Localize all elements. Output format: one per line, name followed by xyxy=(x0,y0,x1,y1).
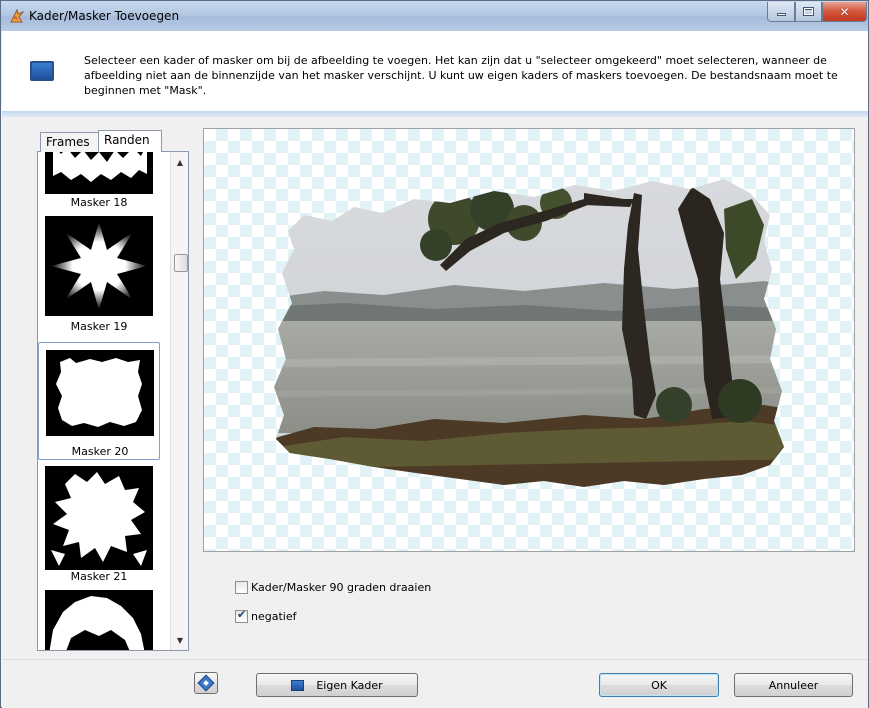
scroll-thumb[interactable] xyxy=(174,254,188,272)
frame-icon xyxy=(291,679,305,691)
rotate-label: Kader/Masker 90 graden draaien xyxy=(251,581,432,594)
app-icon xyxy=(10,8,25,23)
negative-checkbox[interactable] xyxy=(235,608,248,623)
masker-18-thumbnail xyxy=(45,152,153,194)
mask-preview xyxy=(203,128,855,552)
frame-icon xyxy=(30,61,54,81)
masker-22-thumbnail xyxy=(45,590,153,650)
own-frame-label: Eigen Kader xyxy=(316,678,383,692)
list-item-masker-21[interactable]: Masker 21 xyxy=(38,464,160,586)
tab-frames[interactable]: Frames xyxy=(40,132,99,152)
mask-list[interactable]: Masker 18 Masker 19 Masker 20 Masker 21 … xyxy=(37,151,189,651)
help-button[interactable] xyxy=(194,672,218,694)
dialog-window: Kader/Masker Toevoegen ✕ Selecteer een k… xyxy=(0,0,869,708)
masker-21-thumbnail xyxy=(45,466,153,570)
tab-randen[interactable]: Randen xyxy=(98,130,162,152)
window-title: Kader/Masker Toevoegen xyxy=(29,9,180,23)
list-item-masker-20[interactable]: Masker 20 xyxy=(38,342,160,460)
masker-20-thumbnail xyxy=(46,350,154,436)
header-description: Selecteer een kader of masker om bij de … xyxy=(84,54,838,97)
preview-photo xyxy=(274,179,784,487)
scroll-down-icon[interactable]: ▼ xyxy=(172,632,188,648)
list-item-label: Masker 19 xyxy=(70,320,128,333)
list-item-label: Masker 21 xyxy=(70,570,128,583)
list-item-masker-19[interactable]: Masker 19 xyxy=(38,216,160,336)
masker-19-thumbnail xyxy=(45,216,153,316)
rotate-checkbox[interactable] xyxy=(235,581,248,594)
title-bar[interactable]: Kader/Masker Toevoegen ✕ xyxy=(1,1,868,31)
list-item-masker-18[interactable]: Masker 18 xyxy=(38,152,160,212)
cancel-button[interactable]: Annuleer xyxy=(734,673,853,697)
rotate-option[interactable]: Kader/Masker 90 graden draaien xyxy=(235,581,431,594)
ok-button[interactable]: OK xyxy=(599,673,719,697)
list-item-label: Masker 18 xyxy=(70,196,128,209)
help-icon xyxy=(197,674,215,692)
negative-option[interactable]: negatief xyxy=(235,608,297,623)
close-button[interactable]: ✕ xyxy=(822,2,867,22)
own-frame-button[interactable]: Eigen Kader xyxy=(256,673,418,697)
negative-label: negatief xyxy=(251,610,297,623)
cancel-label: Annuleer xyxy=(768,678,819,692)
minimize-icon xyxy=(776,13,786,16)
scroll-up-icon[interactable]: ▲ xyxy=(172,154,188,170)
maximize-icon xyxy=(803,7,814,16)
header-panel: Selecteer een kader of masker om bij de … xyxy=(2,31,868,111)
ok-label: OK xyxy=(651,678,667,692)
list-item-masker-22[interactable] xyxy=(38,588,160,650)
maximize-button[interactable] xyxy=(795,2,822,22)
list-item-label: Masker 20 xyxy=(71,445,129,458)
header-divider xyxy=(2,111,868,117)
minimize-button[interactable] xyxy=(767,2,795,22)
close-icon: ✕ xyxy=(839,4,850,19)
mask-list-scrollbar[interactable]: ▲ ▼ xyxy=(170,152,188,650)
